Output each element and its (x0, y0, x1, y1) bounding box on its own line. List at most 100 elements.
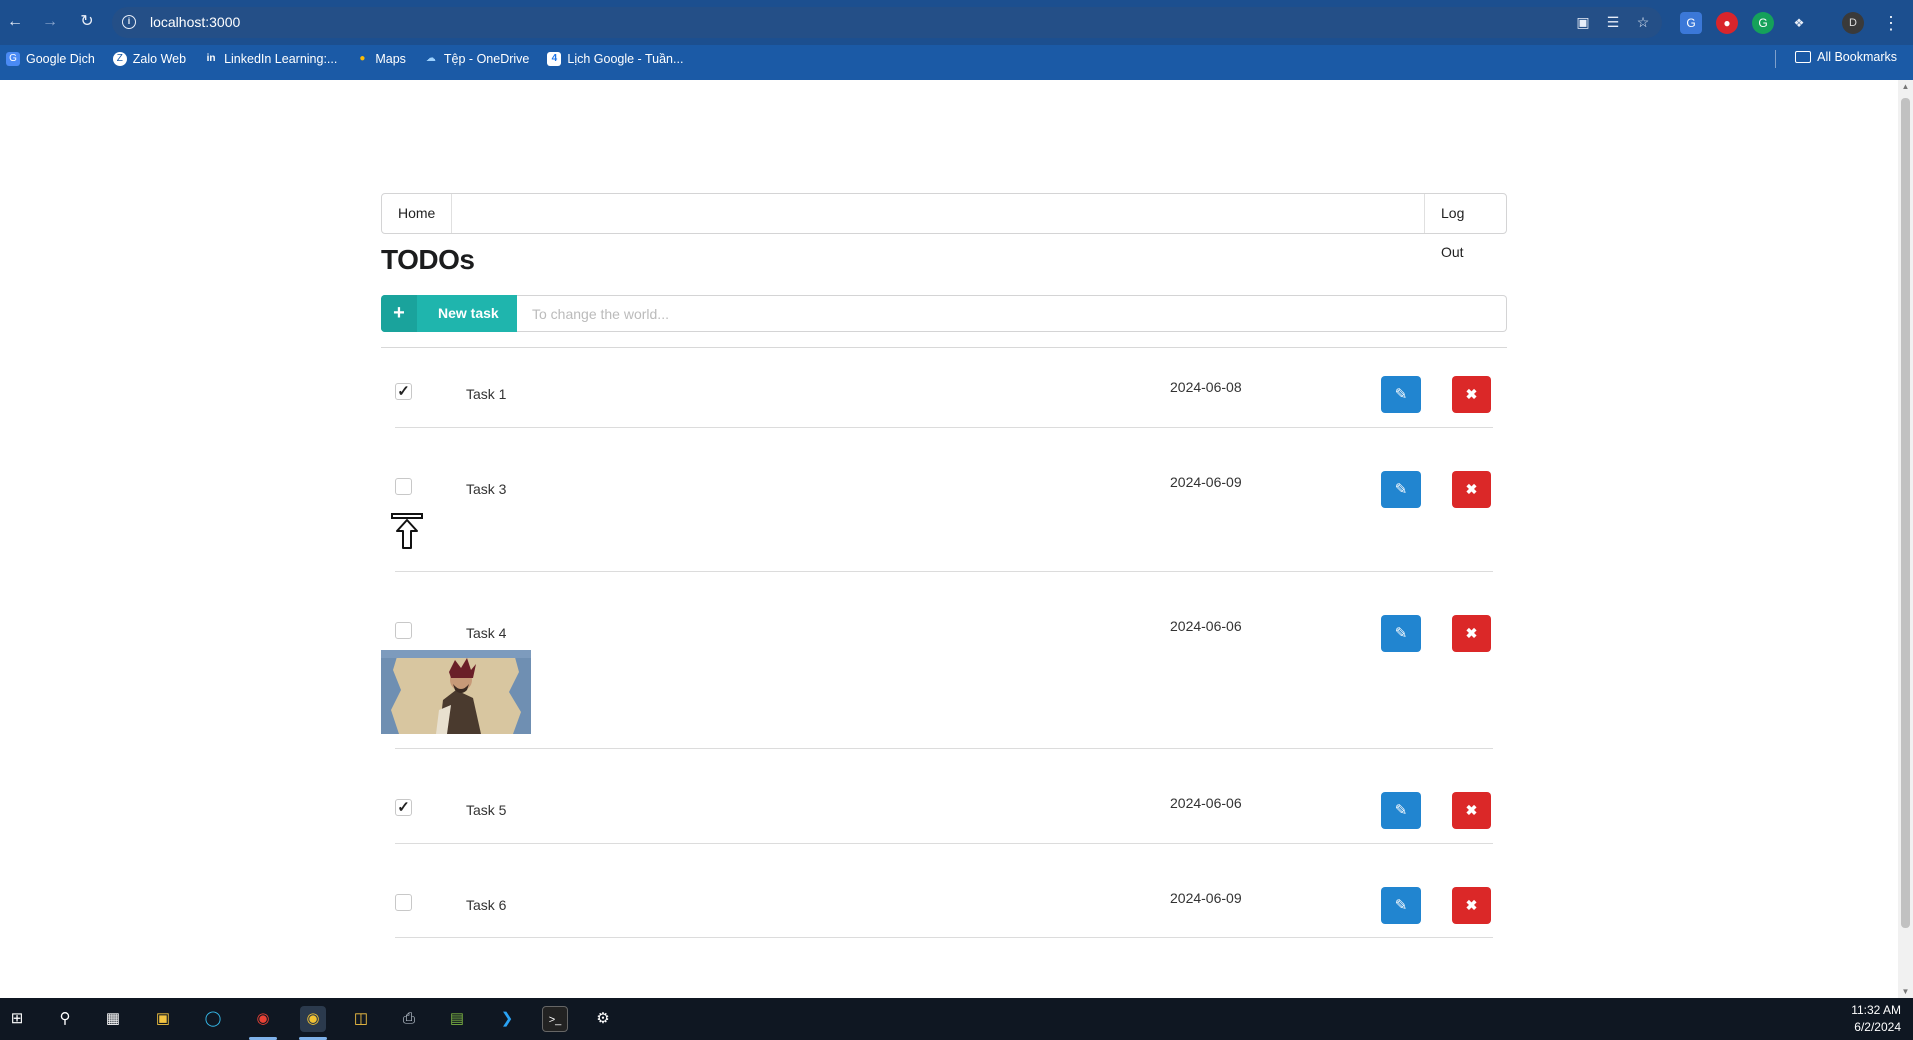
translate-icon[interactable]: ☰ (1604, 13, 1622, 31)
windows-taskbar: ⊞ ⚲ ▦ ▣ ◯ ◉ ◉ ◫ ⎙ ▤ ❯ >_ ⚙ 11:32 AM 6/2/… (0, 998, 1913, 1040)
extensions-puzzle-icon[interactable]: ❖ (1788, 12, 1810, 34)
bookmark-label: Zalo Web (132, 52, 187, 66)
task-row: Task 6 2024-06-09 ✎ ✖ (395, 844, 1493, 938)
task-row: Task 4 2024-06-06 ✎ ✖ (395, 572, 1493, 749)
linkedin-icon: in (206, 53, 216, 64)
task-row: ✓ Task 1 2024-06-08 ✎ ✖ (395, 348, 1493, 428)
settings-gear-icon[interactable]: ⚙ (590, 1006, 616, 1032)
task-view-icon[interactable]: ▦ (100, 1006, 126, 1032)
google-translate-icon: G (6, 52, 20, 66)
maps-icon: ● (359, 53, 366, 64)
windows-start-icon[interactable]: ⊞ (4, 1006, 30, 1032)
all-bookmarks-label: All Bookmarks (1817, 50, 1897, 64)
task-name: Task 4 (466, 625, 507, 641)
edit-button[interactable]: ✎ (1381, 792, 1421, 829)
google-translate-extension-icon[interactable]: G (1680, 12, 1702, 34)
system-clock[interactable]: 11:32 AM 6/2/2024 (1851, 1002, 1901, 1036)
bookmark-onedrive[interactable]: ☁ Tệp - OneDrive (424, 52, 529, 66)
scroll-up-arrow-icon[interactable]: ▲ (1901, 82, 1910, 91)
site-info-icon[interactable]: i (122, 15, 136, 29)
bookmark-google-dich[interactable]: G Google Dịch (6, 52, 95, 66)
delete-button[interactable]: ✖ (1452, 376, 1491, 413)
close-icon: ✖ (1465, 481, 1478, 497)
edit-button[interactable]: ✎ (1381, 376, 1421, 413)
install-app-icon[interactable]: ▣ (1574, 13, 1592, 31)
task-checkbox[interactable] (395, 478, 412, 495)
address-bar[interactable]: i localhost:3000 ▣ ☰ ☆ (112, 7, 1662, 38)
red-extension-icon[interactable]: ● (1716, 12, 1738, 34)
task-date: 2024-06-09 (1170, 890, 1242, 906)
bookmark-star-icon[interactable]: ☆ (1634, 13, 1652, 31)
folder-icon (1795, 51, 1812, 63)
delete-button[interactable]: ✖ (1452, 615, 1491, 652)
task-name: Task 1 (466, 386, 507, 402)
pencil-icon: ✎ (1394, 625, 1408, 642)
url-text: localhost:3000 (150, 14, 241, 30)
page-title: TODOs (381, 244, 475, 275)
pencil-icon: ✎ (1394, 802, 1408, 819)
bookmarks-bar: G Google Dịch Z Zalo Web in LinkedIn Lea… (0, 46, 683, 72)
task-date: 2024-06-08 (1170, 379, 1242, 395)
delete-button[interactable]: ✖ (1452, 471, 1491, 508)
new-task-button[interactable]: + New task (381, 295, 517, 332)
plus-icon: + (381, 295, 417, 332)
clock-date: 6/2/2024 (1854, 1020, 1901, 1034)
back-arrow-icon[interactable]: ← (5, 12, 25, 32)
browser-menu-icon[interactable]: ⋮ (1882, 12, 1900, 34)
top-menu: Home Log Out (381, 193, 1507, 260)
edit-button[interactable]: ✎ (1381, 471, 1421, 508)
file-explorer-icon[interactable]: ◫ (348, 1006, 374, 1032)
nav-home[interactable]: Home (382, 194, 452, 233)
profile-avatar[interactable]: D (1842, 12, 1864, 34)
bookmark-label: Tệp - OneDrive (443, 52, 530, 66)
task-checkbox[interactable] (395, 622, 412, 639)
task-name: Task 5 (466, 802, 507, 818)
bookmark-zalo-web[interactable]: Z Zalo Web (112, 52, 187, 66)
browser-chrome: ← → ↻ i localhost:3000 ▣ ☰ ☆ G ● G ❖ D ⋮… (0, 0, 1913, 80)
task-checkbox[interactable] (395, 894, 412, 911)
bookmark-google-calendar[interactable]: 4 Lịch Google - Tuần... (547, 52, 683, 66)
close-icon: ✖ (1465, 386, 1478, 402)
reload-icon[interactable]: ↻ (77, 12, 97, 32)
printer-icon[interactable]: ⎙ (396, 1006, 422, 1032)
extensions-bar: G ● G ❖ (1680, 12, 1810, 34)
notepad-icon[interactable]: ▤ (444, 1006, 470, 1032)
chrome-profile-icon[interactable]: ◉ (250, 1006, 276, 1032)
nav-logout[interactable]: Log Out (1424, 194, 1506, 260)
search-icon[interactable]: ⚲ (52, 1006, 78, 1032)
all-bookmarks-button[interactable]: All Bookmarks (1775, 50, 1897, 68)
zalo-icon: Z (112, 52, 127, 66)
task-name: Task 3 (466, 481, 507, 497)
edit-button[interactable]: ✎ (1381, 887, 1421, 924)
close-icon: ✖ (1465, 625, 1478, 641)
task-date: 2024-06-09 (1170, 474, 1242, 490)
new-task-label: New task (438, 305, 499, 321)
google-calendar-icon: 4 (547, 52, 562, 66)
page-scrollbar[interactable]: ▲ ▼ (1898, 80, 1913, 998)
close-icon: ✖ (1465, 897, 1478, 913)
scroll-thumb[interactable] (1901, 98, 1910, 928)
edge-browser-icon[interactable]: ◯ (200, 1006, 226, 1032)
forward-arrow-icon[interactable]: → (40, 12, 60, 32)
task-date: 2024-06-06 (1170, 618, 1242, 634)
scroll-down-arrow-icon[interactable]: ▼ (1901, 987, 1910, 996)
microsoft-store-icon[interactable]: ▣ (150, 1006, 176, 1032)
vscode-icon[interactable]: ❯ (494, 1006, 520, 1032)
task-row: Task 3 2024-06-09 ✎ ✖ (395, 428, 1493, 572)
delete-button[interactable]: ✖ (1452, 792, 1491, 829)
task-checkbox[interactable]: ✓ (395, 799, 412, 816)
new-task-input[interactable] (517, 295, 1507, 332)
upload-icon[interactable] (391, 513, 423, 549)
terminal-icon[interactable]: >_ (542, 1006, 568, 1032)
bookmark-maps[interactable]: ● Maps (355, 52, 406, 66)
task-row: ✓ Task 5 2024-06-06 ✎ ✖ (395, 749, 1493, 844)
bookmark-linkedin-learning[interactable]: in LinkedIn Learning:... (204, 52, 338, 66)
task-checkbox[interactable]: ✓ (395, 383, 412, 400)
bookmark-label: Google Dịch (26, 52, 95, 66)
task-date: 2024-06-06 (1170, 795, 1242, 811)
chrome-icon[interactable]: ◉ (300, 1006, 326, 1032)
edit-button[interactable]: ✎ (1381, 615, 1421, 652)
delete-button[interactable]: ✖ (1452, 887, 1491, 924)
bookmarks-separator (1775, 50, 1777, 68)
grammarly-icon[interactable]: G (1752, 12, 1774, 34)
